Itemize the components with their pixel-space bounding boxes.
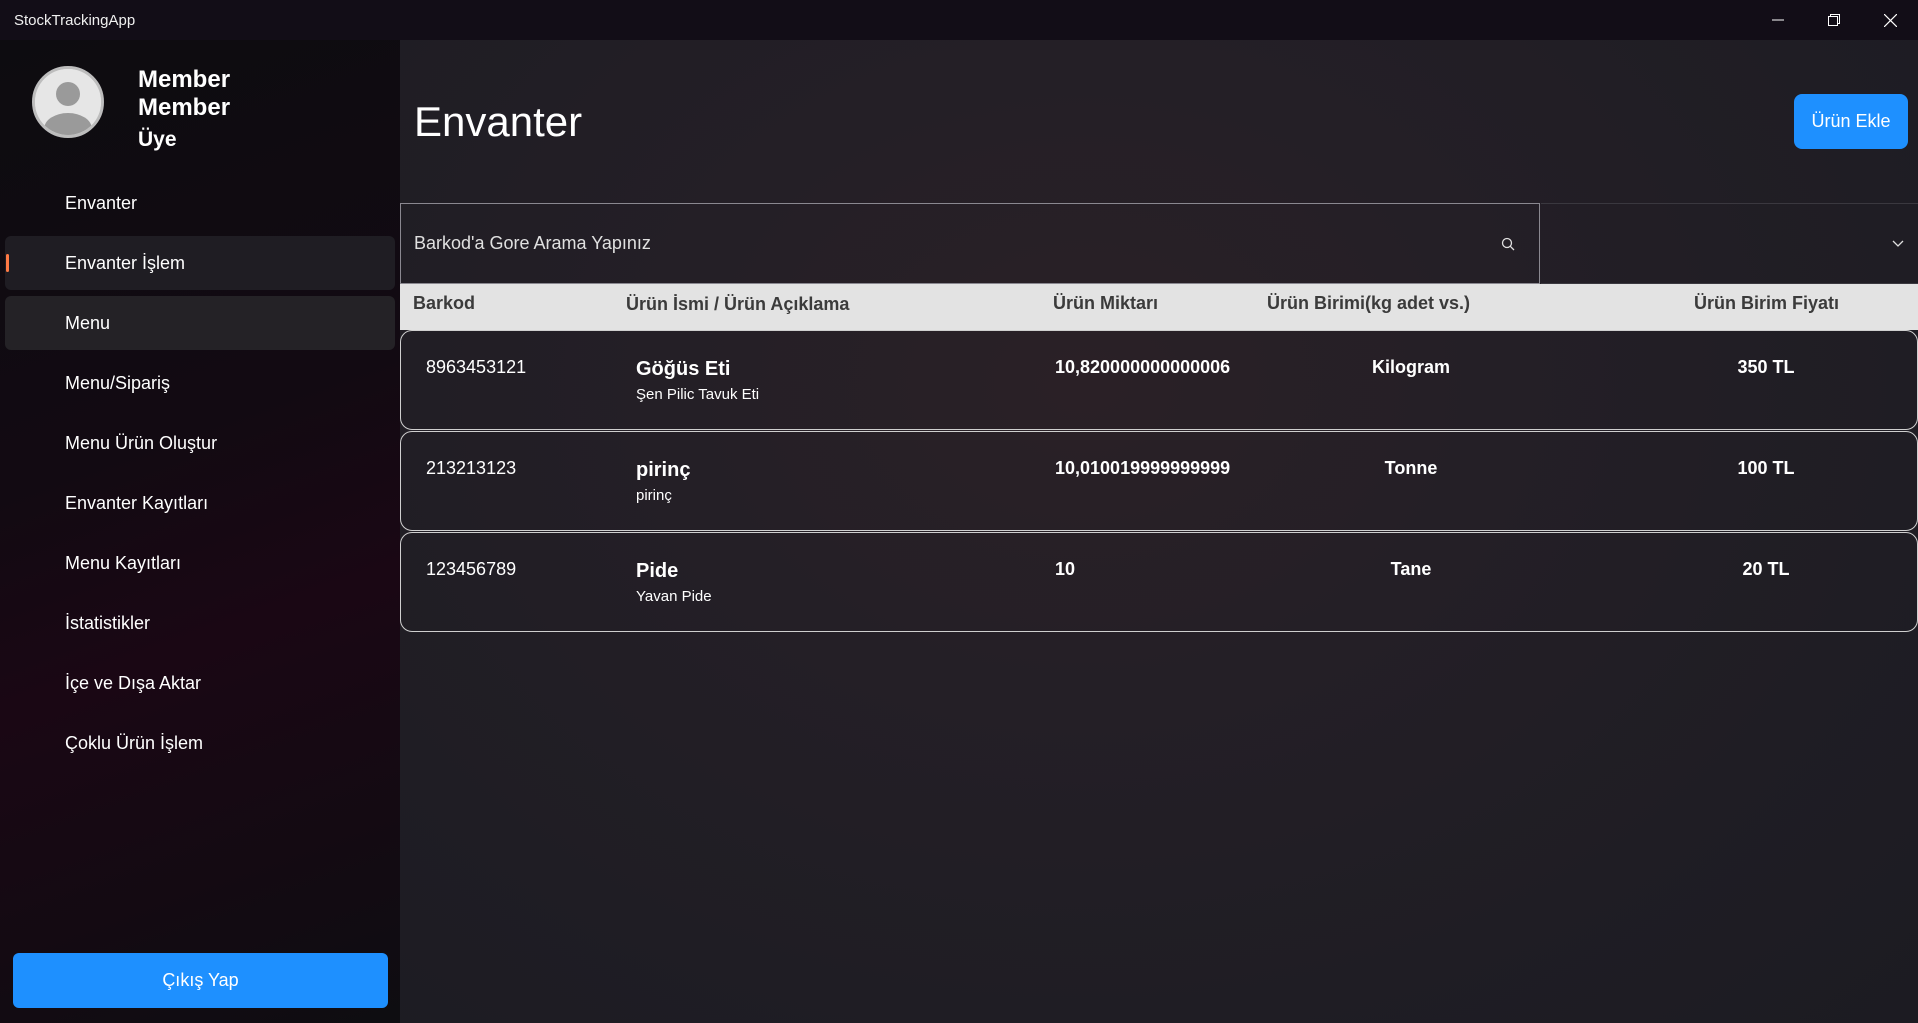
cell-unit: Tane (1390, 559, 1432, 579)
cell-quantity: 10,010019999999999 (1055, 458, 1231, 478)
cell-price: 100 TL (1737, 458, 1795, 478)
chevron-down-icon (1892, 240, 1904, 247)
cell-unit: Tonne (1384, 458, 1438, 478)
sidebar-item-menu-kayitlari[interactable]: Menu Kayıtları (5, 536, 395, 590)
sidebar-item-menu[interactable]: Menu (5, 296, 395, 350)
sidebar-item-envanter[interactable]: Envanter (5, 176, 395, 230)
table-header: Barkod Ürün İsmi / Ürün Açıklama Ürün Mi… (400, 284, 1918, 330)
profile-name-first: Member (138, 66, 231, 93)
sidebar-item-envanter-islem[interactable]: Envanter İşlem (5, 236, 395, 290)
restore-button[interactable] (1806, 0, 1862, 40)
sidebar-item-istatistikler[interactable]: İstatistikler (5, 596, 395, 650)
title-bar: StockTrackingApp (0, 0, 1918, 40)
cell-name: pirinç (636, 459, 691, 481)
window-title: StockTrackingApp (14, 12, 136, 29)
sidebar-item-menu-urun-olustur[interactable]: Menu Ürün Oluştur (5, 416, 395, 470)
profile-name: Member Member (138, 66, 230, 122)
logout-button[interactable]: Çıkış Yap (13, 953, 388, 1008)
cell-description: Şen Pilic Tavuk Eti (636, 386, 760, 403)
add-product-button[interactable]: Ürün Ekle (1794, 94, 1908, 149)
minimize-icon (1772, 19, 1784, 21)
close-icon (1883, 13, 1897, 27)
user-avatar-icon (32, 66, 104, 138)
sidebar-item-label: Menu Ürün Oluştur (65, 432, 218, 453)
page-title: Envanter (414, 98, 583, 145)
cell-description: Yavan Pide (636, 588, 712, 605)
main-content: Envanter Ürün Ekle Barkod'a Gore Arama Y… (400, 40, 1918, 1023)
header-quantity: Ürün Miktarı (1053, 293, 1159, 313)
cell-barcode: 8963453121 (426, 357, 527, 377)
sidebar-item-label: Envanter İşlem (65, 252, 186, 273)
cell-description: pirinç (636, 487, 672, 504)
sidebar-nav: Envanter Envanter İşlem Menu Menu/Sipari… (5, 176, 395, 776)
sidebar: Member Member Üye Envanter Envanter İşle… (0, 40, 400, 1023)
close-button[interactable] (1862, 0, 1918, 40)
profile-role: Üye (138, 128, 177, 151)
table-row[interactable]: 123456789 Pide Yavan Pide 10 Tane 20 TL (400, 532, 1918, 632)
cell-quantity: 10,820000000000006 (1055, 357, 1231, 377)
table-row[interactable]: 213213123 pirinç pirinç 10,0100199999999… (400, 431, 1918, 531)
search-placeholder: Barkod'a Gore Arama Yapınız (414, 233, 651, 253)
restore-icon (1828, 14, 1840, 26)
cell-name: Pide (636, 560, 679, 582)
cell-name: Göğüs Eti (636, 358, 731, 380)
selection-indicator (6, 254, 9, 272)
cell-unit: Kilogram (1371, 357, 1450, 377)
sidebar-item-label: Menu Kayıtları (65, 552, 182, 573)
profile-name-last: Member (138, 94, 231, 121)
cell-price: 20 TL (1742, 559, 1790, 579)
sidebar-item-coklu-urun-islem[interactable]: Çoklu Ürün İşlem (5, 716, 395, 770)
cell-price: 350 TL (1737, 357, 1795, 377)
sidebar-item-label: Envanter (65, 192, 138, 213)
sidebar-item-ice-disa-aktar[interactable]: İçe ve Dışa Aktar (5, 656, 395, 710)
sidebar-item-label: Menu/Sipariş (65, 372, 171, 393)
cell-quantity: 10 (1055, 559, 1076, 579)
sidebar-item-label: İçe ve Dışa Aktar (65, 672, 202, 693)
search-icon[interactable] (1501, 237, 1515, 251)
header-name: Ürün İsmi / Ürün Açıklama (626, 294, 850, 314)
sidebar-item-label: Menu (65, 312, 111, 333)
header-price: Ürün Birim Fiyatı (1694, 293, 1840, 313)
minimize-button[interactable] (1750, 0, 1806, 40)
cell-barcode: 123456789 (426, 559, 517, 579)
sidebar-item-envanter-kayitlari[interactable]: Envanter Kayıtları (5, 476, 395, 530)
filter-dropdown[interactable] (1541, 203, 1918, 284)
table-row[interactable]: 8963453121 Göğüs Eti Şen Pilic Tavuk Eti… (400, 330, 1918, 430)
sidebar-item-label: İstatistikler (65, 612, 151, 633)
sidebar-item-label: Envanter Kayıtları (65, 492, 209, 513)
sidebar-item-label: Çoklu Ürün İşlem (65, 732, 204, 753)
search-input[interactable]: Barkod'a Gore Arama Yapınız (400, 203, 1540, 284)
table-body: 8963453121 Göğüs Eti Şen Pilic Tavuk Eti… (400, 330, 1918, 633)
header-unit: Ürün Birimi(kg adet vs.) (1267, 293, 1471, 313)
cell-barcode: 213213123 (426, 458, 517, 478)
sidebar-item-menu-siparis[interactable]: Menu/Sipariş (5, 356, 395, 410)
header-barcode: Barkod (413, 293, 476, 313)
